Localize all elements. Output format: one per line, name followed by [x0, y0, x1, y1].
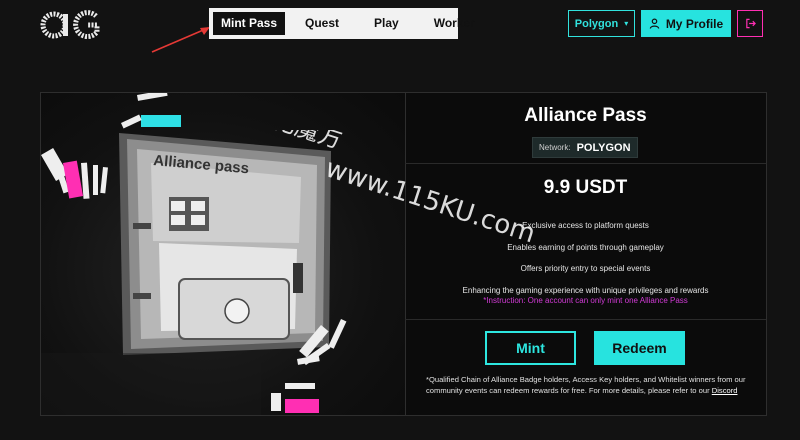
- divider: [405, 163, 766, 164]
- logout-icon: [745, 18, 756, 29]
- network-tag: Network: POLYGON: [532, 137, 638, 158]
- chevron-down-icon: ▾: [624, 19, 629, 28]
- nav-quest[interactable]: Quest: [297, 12, 347, 35]
- network-select[interactable]: Polygon ▾: [568, 10, 635, 37]
- my-profile-button[interactable]: My Profile: [641, 10, 731, 37]
- redeem-note-text: *Qualified Chain of Alliance Badge holde…: [426, 375, 746, 395]
- pass-details: Alliance Pass Network: POLYGON 9.9 USDT …: [405, 93, 766, 415]
- mint-pass-card: Alliance pass Alliance Pass Network: POL…: [40, 92, 767, 416]
- annotation-arrow: [151, 27, 210, 53]
- network-tag-value: POLYGON: [576, 141, 631, 154]
- divider: [405, 319, 766, 320]
- pass-card-illustration: Alliance pass: [41, 93, 347, 415]
- redeem-note: *Qualified Chain of Alliance Badge holde…: [426, 375, 756, 396]
- discord-link[interactable]: Discord: [712, 386, 738, 395]
- logout-button[interactable]: [737, 10, 763, 37]
- feature-list: Exclusive access to platform quests Enab…: [405, 215, 766, 301]
- pass-price: 9.9 USDT: [543, 177, 628, 198]
- decorative-arc-top: [120, 93, 181, 129]
- feature-item: Exclusive access to platform quests: [522, 221, 649, 230]
- app-logo[interactable]: [40, 8, 102, 40]
- nav-mint-pass[interactable]: Mint Pass: [213, 12, 286, 35]
- feature-item: Offers priority entry to special events: [520, 264, 651, 273]
- mint-button[interactable]: Mint: [485, 331, 576, 365]
- nav-play[interactable]: Play: [366, 12, 407, 35]
- feature-item: Enables earning of points through gamepl…: [507, 242, 664, 252]
- redeem-button[interactable]: Redeem: [594, 331, 685, 365]
- pass-title: Alliance Pass: [524, 105, 647, 126]
- decorative-arc-left: [41, 148, 108, 199]
- alliance-pass-artwork: Alliance pass: [41, 93, 406, 415]
- my-profile-label: My Profile: [665, 16, 724, 31]
- network-tag-label: Network:: [539, 143, 571, 152]
- nav-worker[interactable]: Worker: [426, 12, 483, 35]
- mint-instruction: *Instruction: One account can only mint …: [483, 296, 688, 305]
- user-icon: [649, 18, 660, 29]
- network-select-label: Polygon: [574, 17, 619, 30]
- main-nav: Mint Pass Quest Play Worker: [209, 8, 475, 39]
